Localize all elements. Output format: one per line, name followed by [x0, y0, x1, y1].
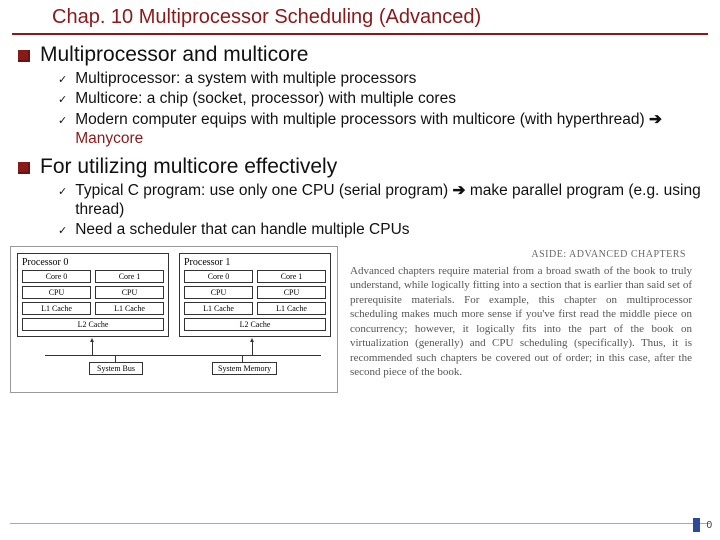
- slide-content: Multiprocessor and multicore ✓ Multiproc…: [0, 43, 720, 240]
- bus-area: System Bus System Memory: [17, 341, 331, 386]
- list-item: ✓ Modern computer equips with multiple p…: [58, 110, 702, 149]
- core-label: Core 0: [22, 270, 91, 283]
- square-bullet-icon: [18, 50, 30, 62]
- list-item: ✓ Need a scheduler that can handle multi…: [58, 220, 702, 239]
- system-memory-label: System Memory: [212, 362, 277, 375]
- l1-cache-label: L1 Cache: [22, 302, 91, 315]
- item-text: Need a scheduler that can handle multipl…: [75, 220, 409, 239]
- system-bus-label: System Bus: [89, 362, 143, 375]
- slide-title: Chap. 10 Multiprocessor Scheduling (Adva…: [52, 6, 481, 28]
- arrow-icon: ➔: [649, 111, 662, 128]
- processor-0-label: Processor 0: [22, 257, 164, 268]
- l1-cache-label: L1 Cache: [257, 302, 326, 315]
- section-2-list: ✓ Typical C program: use only one CPU (s…: [58, 181, 702, 240]
- core-label: Core 0: [184, 270, 253, 283]
- check-icon: ✓: [58, 185, 67, 198]
- arrow-icon: ➔: [453, 182, 466, 199]
- l1-cache-label: L1 Cache: [184, 302, 253, 315]
- section-1-heading: Multiprocessor and multicore: [18, 43, 702, 67]
- section-2-heading: For utilizing multicore effectively: [18, 155, 702, 179]
- check-icon: ✓: [58, 224, 67, 237]
- processor-1-box: Processor 1 Core 0 Core 1 CPU CPU L1 Cac…: [179, 253, 331, 337]
- footer-accent: [693, 518, 700, 532]
- core-label: Core 1: [95, 270, 164, 283]
- square-bullet-icon: [18, 162, 30, 174]
- list-item: ✓ Multiprocessor: a system with multiple…: [58, 69, 702, 88]
- processor-0-box: Processor 0 Core 0 Core 1 CPU CPU L1 Cac…: [17, 253, 169, 337]
- list-item: ✓ Typical C program: use only one CPU (s…: [58, 181, 702, 220]
- cpu-label: CPU: [184, 286, 253, 299]
- l2-cache-label: L2 Cache: [184, 318, 326, 331]
- check-icon: ✓: [58, 73, 67, 86]
- item-text: Multiprocessor: a system with multiple p…: [75, 69, 416, 88]
- section-2-text: For utilizing multicore effectively: [40, 155, 337, 179]
- core-label: Core 1: [257, 270, 326, 283]
- aside-body: Advanced chapters require material from …: [350, 264, 692, 380]
- page-number: 0: [706, 520, 712, 531]
- architecture-diagram: Processor 0 Core 0 Core 1 CPU CPU L1 Cac…: [10, 246, 338, 393]
- bottom-row: Processor 0 Core 0 Core 1 CPU CPU L1 Cac…: [10, 246, 710, 393]
- item-text: Modern computer equips with multiple pro…: [75, 110, 702, 149]
- l2-cache-label: L2 Cache: [22, 318, 164, 331]
- list-item: ✓ Multicore: a chip (socket, processor) …: [58, 89, 702, 108]
- processor-1-label: Processor 1: [184, 257, 326, 268]
- item-text: Typical C program: use only one CPU (ser…: [75, 181, 702, 220]
- check-icon: ✓: [58, 93, 67, 106]
- section-1-list: ✓ Multiprocessor: a system with multiple…: [58, 69, 702, 149]
- cpu-label: CPU: [95, 286, 164, 299]
- l1-cache-label: L1 Cache: [95, 302, 164, 315]
- aside-note: ASIDE: ADVANCED CHAPTERS Advanced chapte…: [344, 246, 696, 380]
- cpu-label: CPU: [257, 286, 326, 299]
- item-text: Multicore: a chip (socket, processor) wi…: [75, 89, 456, 108]
- aside-heading: ASIDE: ADVANCED CHAPTERS: [350, 248, 692, 261]
- check-icon: ✓: [58, 114, 67, 127]
- title-bar: Chap. 10 Multiprocessor Scheduling (Adva…: [12, 0, 708, 35]
- cpu-label: CPU: [22, 286, 91, 299]
- highlight-manycore: Manycore: [75, 130, 143, 147]
- footer-rule: [10, 523, 710, 524]
- section-1-text: Multiprocessor and multicore: [40, 43, 308, 67]
